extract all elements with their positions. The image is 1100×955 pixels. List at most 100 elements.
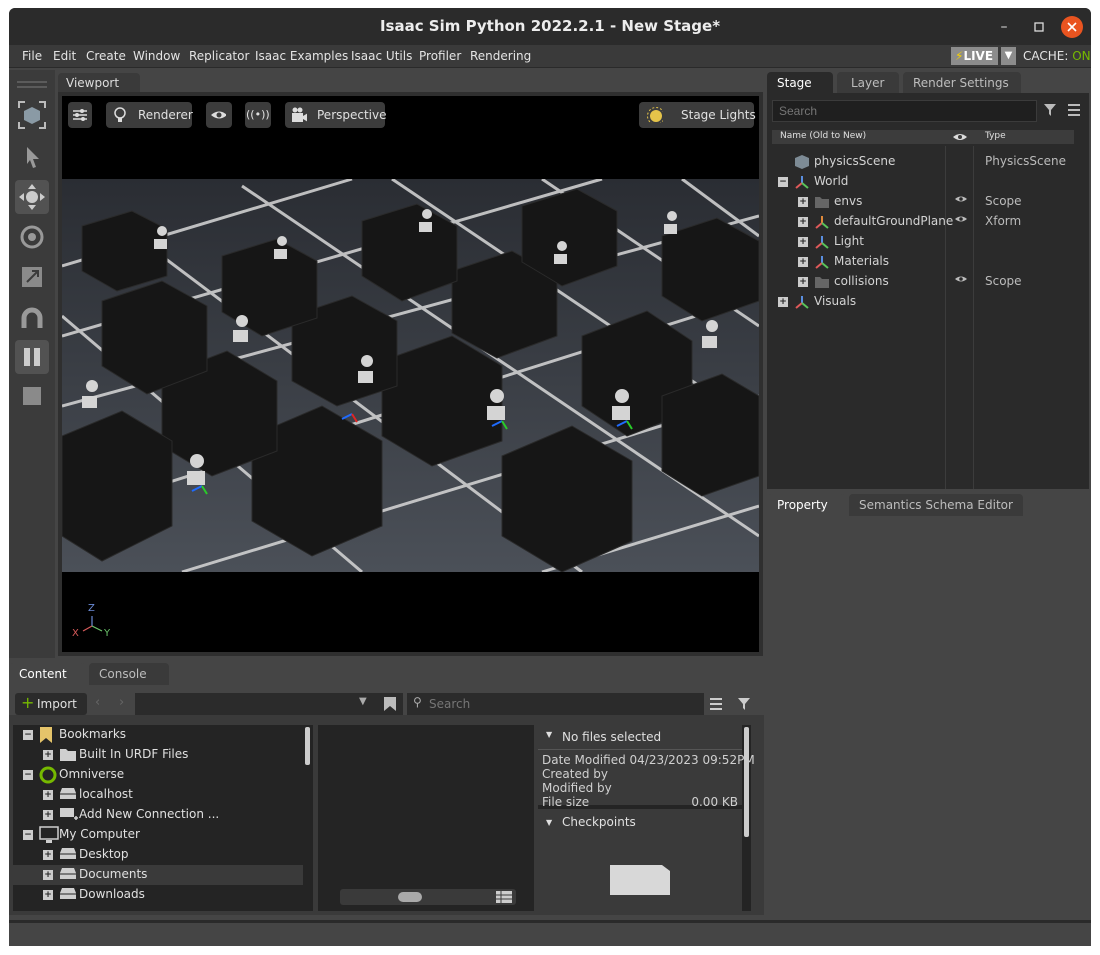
tab-render-settings[interactable]: Render Settings <box>903 72 1021 94</box>
menu-isaac-examples[interactable]: Isaac Examples <box>255 49 348 63</box>
minimize-button[interactable]: – <box>993 16 1015 38</box>
import-button[interactable]: + Import <box>15 693 87 715</box>
forward-button[interactable]: › <box>119 695 124 710</box>
sensor-button[interactable]: ((•)) <box>245 102 271 128</box>
visibility-eye-icon[interactable] <box>954 194 968 207</box>
tree-item-my-computer[interactable]: − My Computer <box>13 825 303 845</box>
live-button[interactable]: ⚡LIVE <box>951 47 998 65</box>
collapse-icon[interactable]: − <box>23 730 33 740</box>
tab-semantics-schema-editor[interactable]: Semantics Schema Editor <box>849 494 1023 516</box>
info-scrollbar[interactable] <box>744 727 749 837</box>
tree-item-built-in-urdf-files[interactable]: + Built In URDF Files <box>13 745 303 765</box>
expand-icon[interactable]: + <box>778 297 788 307</box>
tab-layer[interactable]: Layer <box>837 72 899 94</box>
content-filter-icon[interactable] <box>737 697 751 711</box>
stage-search-input[interactable] <box>772 100 1037 122</box>
stage-row-materials[interactable]: + Materials <box>772 252 1082 272</box>
collapse-icon[interactable]: − <box>23 830 33 840</box>
tab-console[interactable]: Console <box>89 663 169 685</box>
stop-button[interactable] <box>15 378 49 412</box>
menu-icon[interactable] <box>1067 103 1081 117</box>
live-dropdown-button[interactable]: ▼ <box>1001 47 1016 65</box>
snap-toggle-button[interactable] <box>15 302 49 336</box>
scale-tool-button[interactable] <box>15 260 49 294</box>
content-search-field[interactable]: ⚲ <box>407 693 704 715</box>
close-button[interactable] <box>1061 16 1083 38</box>
drive-icon <box>59 866 77 883</box>
tab-viewport[interactable]: Viewport <box>58 73 140 93</box>
menu-profiler[interactable]: Profiler <box>419 49 461 63</box>
back-button[interactable]: ‹ <box>95 695 100 710</box>
viewport-canvas[interactable]: Renderer ((•)) Perspective Stage Lights … <box>62 96 759 652</box>
pause-button[interactable] <box>15 340 49 374</box>
no-files-header[interactable]: ▼ No files selected <box>538 725 742 749</box>
expand-icon[interactable]: + <box>43 870 53 880</box>
tree-item-documents[interactable]: + Documents <box>13 865 303 885</box>
folder-icon <box>814 274 830 293</box>
visibility-eye-icon[interactable] <box>954 274 968 287</box>
collapse-icon[interactable]: − <box>23 770 33 780</box>
cache-label: CACHE: <box>1023 49 1069 63</box>
rotate-tool-button[interactable] <box>15 220 49 254</box>
zoom-slider[interactable] <box>340 889 516 905</box>
visibility-eye-icon[interactable] <box>954 214 968 227</box>
xform-icon <box>794 294 810 313</box>
viewport-settings-button[interactable] <box>68 102 92 128</box>
path-dropdown-icon[interactable]: ▼ <box>359 696 367 707</box>
expand-icon[interactable]: + <box>43 750 53 760</box>
expand-icon[interactable]: + <box>43 890 53 900</box>
tree-item-downloads[interactable]: + Downloads <box>13 885 303 905</box>
tab-content[interactable]: Content <box>9 663 85 685</box>
menu-rendering[interactable]: Rendering <box>470 49 531 63</box>
maximize-button[interactable] <box>1028 16 1050 38</box>
tree-item-add-new-connection[interactable]: + Add New Connection ... <box>13 805 303 825</box>
tree-scrollbar[interactable] <box>305 727 310 765</box>
menu-isaac-utils[interactable]: Isaac Utils <box>351 49 412 63</box>
expand-icon[interactable]: + <box>43 810 53 820</box>
stage-row-defaultgroundplane[interactable]: + defaultGroundPlane Xform <box>772 212 1082 232</box>
stage-lights-button[interactable]: Stage Lights <box>639 102 756 128</box>
expand-icon[interactable]: + <box>798 197 808 207</box>
tab-stage[interactable]: Stage <box>767 72 833 94</box>
collapse-icon[interactable]: ▼ <box>546 818 552 827</box>
tree-item-omniverse[interactable]: − Omniverse <box>13 765 303 785</box>
filter-icon[interactable] <box>1043 103 1057 117</box>
menu-file[interactable]: File <box>22 49 42 63</box>
menu-window[interactable]: Window <box>133 49 180 63</box>
stage-row-visuals[interactable]: + Visuals <box>772 292 1082 312</box>
move-tool-button[interactable] <box>15 180 49 214</box>
tab-property[interactable]: Property <box>767 494 845 516</box>
tree-item-localhost[interactable]: + localhost <box>13 785 303 805</box>
stage-row-light[interactable]: + Light <box>772 232 1082 252</box>
frame-selection-button[interactable] <box>15 98 49 132</box>
select-tool-button[interactable] <box>15 140 49 174</box>
collapse-icon[interactable]: − <box>778 177 788 187</box>
bookmark-add-icon[interactable] <box>383 696 397 712</box>
content-search-input[interactable] <box>429 695 689 713</box>
expand-icon[interactable]: + <box>43 850 53 860</box>
expand-icon[interactable]: + <box>798 277 808 287</box>
tree-item-bookmarks[interactable]: − Bookmarks <box>13 725 303 745</box>
stage-row-envs[interactable]: + envs Scope <box>772 192 1082 212</box>
magnet-icon <box>21 307 43 328</box>
menu-edit[interactable]: Edit <box>53 49 76 63</box>
stage-row-collisions[interactable]: + collisions Scope <box>772 272 1082 292</box>
search-icon: ⚲ <box>413 695 422 709</box>
expand-icon[interactable]: + <box>43 790 53 800</box>
expand-icon[interactable]: + <box>798 237 808 247</box>
menu-replicator[interactable]: Replicator <box>189 49 249 63</box>
zoom-slider-handle[interactable] <box>398 892 422 902</box>
stage-row-physicsscene[interactable]: physicsScene PhysicsScene <box>772 152 1082 172</box>
expand-icon[interactable]: + <box>798 257 808 267</box>
renderer-button[interactable]: Renderer <box>106 102 193 128</box>
grid-view-icon[interactable] <box>496 891 512 903</box>
list-view-icon[interactable] <box>709 697 723 711</box>
path-field[interactable]: ▼ <box>135 693 403 715</box>
visibility-button[interactable] <box>206 102 232 128</box>
menu-create[interactable]: Create <box>86 49 126 63</box>
expand-icon[interactable]: + <box>798 217 808 227</box>
eye-icon <box>211 111 226 119</box>
camera-button[interactable]: Perspective <box>285 102 387 128</box>
stage-row-world[interactable]: − World <box>772 172 1082 192</box>
tree-item-desktop[interactable]: + Desktop <box>13 845 303 865</box>
